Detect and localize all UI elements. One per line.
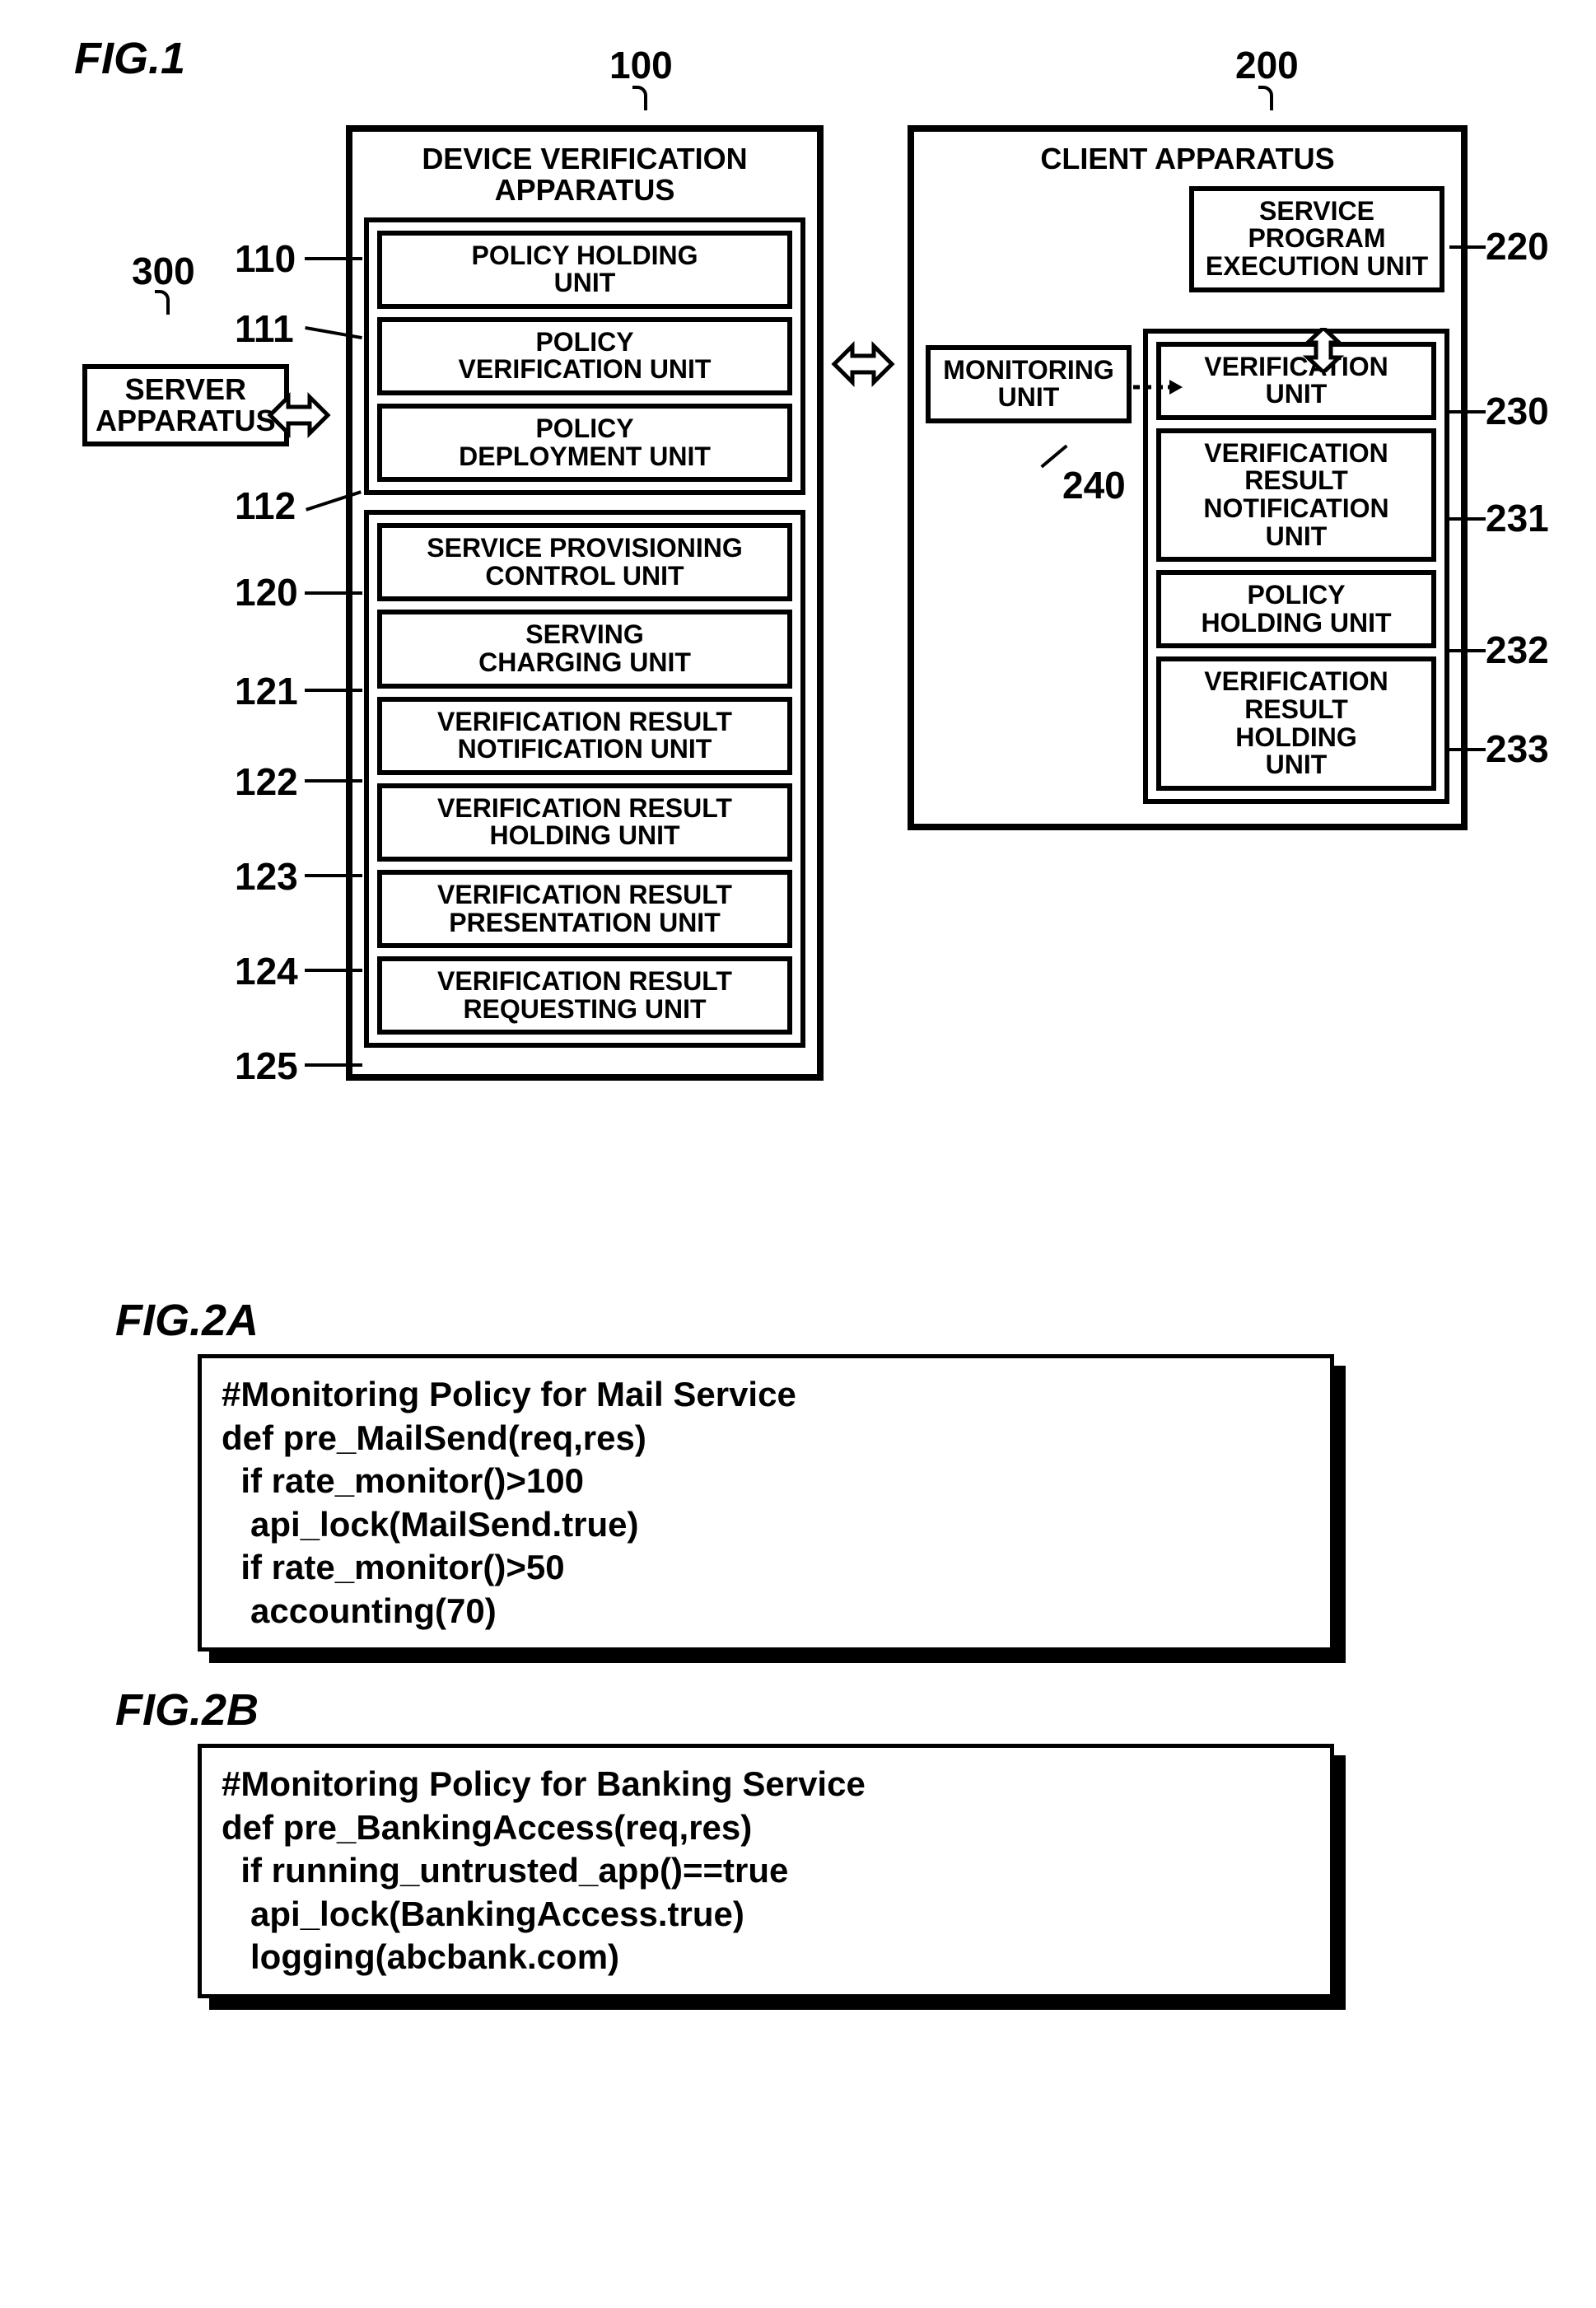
policy-holding-unit-client: POLICY HOLDING UNIT [1156, 570, 1436, 648]
ref-125: 125 [235, 1044, 298, 1088]
fig2b-code-panel: #Monitoring Policy for Banking Service d… [198, 1744, 1334, 1998]
ref-233: 233 [1486, 727, 1549, 771]
device-apparatus-title: DEVICE VERIFICATION APPARATUS [364, 143, 805, 206]
ref-110: 110 [235, 236, 296, 281]
ref-220: 220 [1486, 224, 1549, 269]
verification-result-holding-unit: VERIFICATION RESULT HOLDING UNIT [377, 783, 792, 862]
policy-deployment-unit: POLICY DEPLOYMENT UNIT [377, 404, 792, 482]
ref-232: 232 [1486, 628, 1549, 672]
arrow-monitoring-group [1133, 375, 1183, 404]
policy-holding-unit: POLICY HOLDING UNIT [377, 231, 792, 309]
client-group: VERIFICATION UNIT VERIFICATION RESULT NO… [1143, 329, 1449, 804]
verification-result-notification-unit-client: VERIFICATION RESULT NOTIFICATION UNIT [1156, 428, 1436, 562]
fig1-diagram: 100 200 300 SERVER APPARATUS DEVICE VERI… [49, 92, 1532, 1262]
ref-120: 120 [235, 570, 298, 614]
ref-122: 122 [235, 759, 298, 804]
monitoring-unit: MONITORING UNIT [926, 345, 1132, 423]
arrow-device-client [834, 339, 892, 389]
client-apparatus-title: CLIENT APPARATUS [926, 143, 1449, 175]
ref-300: 300 [132, 249, 195, 293]
ref-100: 100 [609, 43, 673, 87]
device-group2: SERVICE PROVISIONING CONTROL UNIT SERVIN… [364, 510, 805, 1048]
ref-112: 112 [235, 484, 296, 528]
ref-121: 121 [235, 669, 298, 713]
verification-result-requesting-unit: VERIFICATION RESULT REQUESTING UNIT [377, 956, 792, 1035]
device-verification-apparatus: DEVICE VERIFICATION APPARATUS POLICY HOL… [346, 125, 824, 1081]
fig2b-label: FIG.2B [115, 1684, 1532, 1736]
verification-result-notification-unit: VERIFICATION RESULT NOTIFICATION UNIT [377, 697, 792, 775]
verification-result-holding-unit-client: VERIFICATION RESULT HOLDING UNIT [1156, 656, 1436, 790]
service-program-execution-unit: SERVICE PROGRAM EXECUTION UNIT [1189, 186, 1444, 292]
arrow-service-verification [1301, 328, 1346, 376]
policy-verification-unit: POLICY VERIFICATION UNIT [377, 317, 792, 395]
ref-240: 240 [1062, 463, 1126, 507]
server-apparatus: SERVER APPARATUS [82, 364, 289, 446]
ref-200: 200 [1235, 43, 1299, 87]
fig2a-code-panel: #Monitoring Policy for Mail Service def … [198, 1354, 1334, 1652]
server-apparatus-label: SERVER APPARATUS [96, 372, 276, 437]
ref-124: 124 [235, 949, 298, 993]
verification-unit: VERIFICATION UNIT [1156, 342, 1436, 420]
verification-result-presentation-unit: VERIFICATION RESULT PRESENTATION UNIT [377, 870, 792, 948]
client-apparatus: CLIENT APPARATUS SERVICE PROGRAM EXECUTI… [908, 125, 1468, 830]
arrow-server-device [270, 390, 328, 440]
ref-111: 111 [235, 306, 294, 351]
fig1-label: FIG.1 [74, 33, 1532, 84]
ref-231: 231 [1486, 496, 1549, 540]
device-group1: POLICY HOLDING UNIT POLICY VERIFICATION … [364, 217, 805, 496]
ref-230: 230 [1486, 389, 1549, 433]
serving-charging-unit: SERVING CHARGING UNIT [377, 610, 792, 688]
fig2a-label: FIG.2A [115, 1295, 1532, 1346]
ref-123: 123 [235, 854, 298, 899]
service-provisioning-control-unit: SERVICE PROVISIONING CONTROL UNIT [377, 523, 792, 601]
